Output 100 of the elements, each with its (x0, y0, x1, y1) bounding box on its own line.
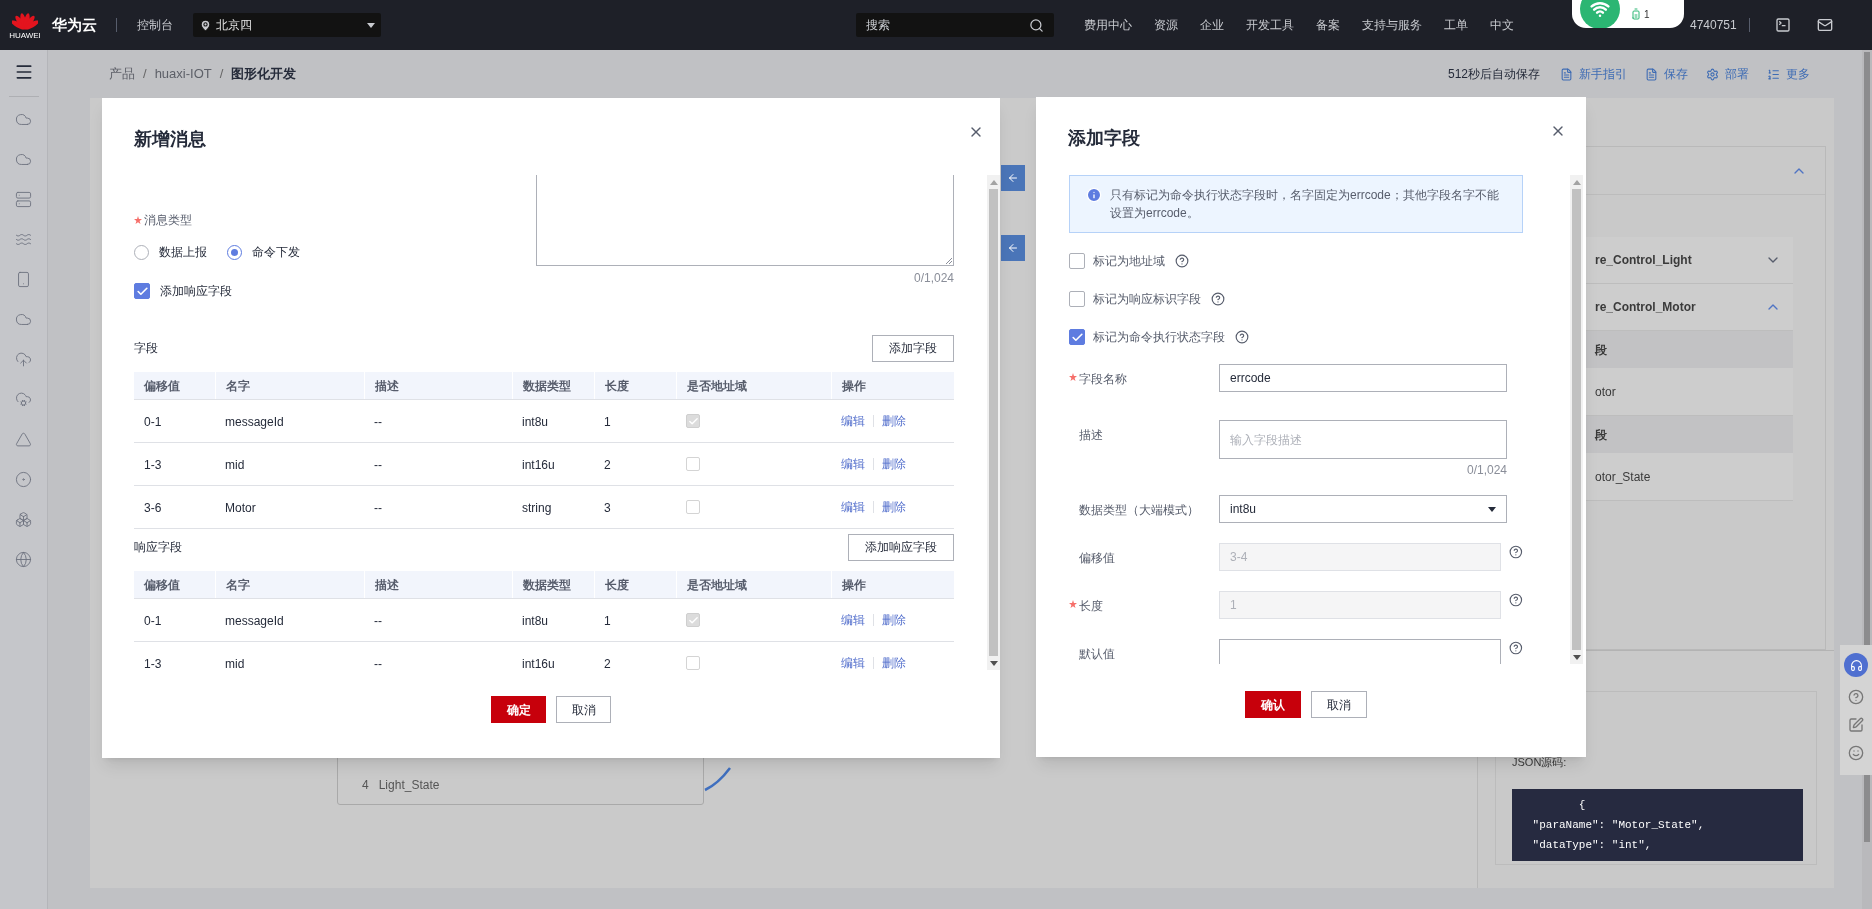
count-text: 1 (1644, 7, 1650, 22)
circle-icon[interactable] (15, 471, 32, 488)
table-cell: 2 (604, 657, 611, 670)
search-field[interactable]: 搜索 (856, 13, 1054, 37)
help-icon[interactable] (1848, 689, 1864, 705)
cloud-icon[interactable] (15, 111, 32, 128)
cloud-upload-icon[interactable] (15, 351, 32, 368)
action-link[interactable]: 删除 (882, 412, 906, 430)
action-link[interactable]: 删除 (882, 455, 906, 473)
checkbox[interactable] (1069, 329, 1085, 345)
console-link[interactable]: 控制台 (137, 16, 173, 34)
action-link[interactable]: 编辑 (841, 412, 865, 430)
cancel-button[interactable]: 取消 (556, 696, 611, 723)
resize-handle-icon[interactable] (945, 257, 952, 264)
scrollbar[interactable] (987, 175, 1000, 670)
table-cell: 1-3 (144, 657, 162, 670)
caret-icon[interactable] (1488, 506, 1496, 512)
add-field-button[interactable]: 添加字段 (872, 334, 954, 362)
confirm-button[interactable]: 确定 (491, 696, 546, 723)
cloud-gauge-icon[interactable] (15, 391, 32, 408)
column-header: 偏移值 (144, 576, 180, 594)
region-select[interactable]: 北京四 (193, 13, 381, 37)
checkbox[interactable] (134, 283, 150, 299)
nav-link[interactable]: 中文 (1490, 16, 1514, 34)
nav-link[interactable]: 费用中心 (1084, 16, 1132, 34)
character-counter: 0/1,024 (913, 270, 954, 287)
help-icon[interactable] (1509, 641, 1523, 655)
input-field[interactable]: errcode (1219, 364, 1507, 392)
headset-icon[interactable] (1844, 653, 1868, 677)
checkbox-label: 标记为响应标识字段 (1093, 291, 1201, 308)
breadcrumb-link[interactable]: 图形化开发 (231, 64, 297, 84)
confirm-button[interactable]: 确认 (1245, 691, 1301, 718)
help-icon[interactable] (1175, 254, 1189, 268)
checkbox[interactable] (1069, 291, 1085, 307)
json-label: JSON源码: (1512, 755, 1568, 770)
settings-icon (1706, 67, 1719, 81)
action-link[interactable]: 删除 (882, 611, 906, 629)
cancel-button[interactable]: 取消 (1311, 691, 1367, 718)
battery-icon (1630, 8, 1642, 20)
scroll-up-icon[interactable] (1572, 179, 1581, 185)
nav-link[interactable]: 工单 (1444, 16, 1468, 34)
action-link[interactable]: 编辑 (841, 611, 865, 629)
action-link[interactable]: 删除 (882, 654, 906, 670)
scroll-down-icon[interactable] (1572, 654, 1581, 660)
wave-icon[interactable] (15, 231, 32, 248)
action-link[interactable]: 编辑 (841, 498, 865, 516)
help-icon[interactable] (1235, 330, 1249, 344)
column-header: 描述 (375, 377, 399, 395)
breadcrumb-link[interactable]: huaxi-IOT (154, 64, 212, 84)
collapse-button[interactable] (1001, 165, 1025, 191)
search-icon[interactable] (1029, 17, 1044, 33)
checkbox[interactable] (686, 613, 700, 627)
scrollbar[interactable] (1570, 175, 1583, 664)
placeholder-text: 输入字段描述 (1230, 433, 1302, 447)
cluster-icon[interactable] (15, 511, 32, 528)
action-link[interactable]: 编辑 (841, 455, 865, 473)
nav-link[interactable]: 企业 (1200, 16, 1224, 34)
cloud-icon[interactable] (15, 151, 32, 168)
checkbox-label: 添加响应字段 (160, 283, 232, 300)
account-id[interactable]: 4740751 (1690, 16, 1737, 34)
column-header: 是否地址域 (687, 377, 747, 395)
select-field[interactable]: int8u (1219, 495, 1507, 523)
action-link[interactable]: 删除 (882, 498, 906, 516)
edit-icon[interactable] (1848, 717, 1864, 733)
help-icon[interactable] (1211, 292, 1225, 306)
arrow-left-icon (1007, 242, 1019, 254)
location-pin-icon (199, 18, 212, 32)
collapse-button[interactable] (1001, 235, 1025, 261)
phone-icon[interactable] (15, 271, 32, 288)
field-label: 偏移值 (1079, 550, 1115, 567)
cloud-icon[interactable] (15, 311, 32, 328)
column-header: 操作 (842, 576, 866, 594)
textarea-field[interactable] (536, 175, 954, 266)
mail-icon[interactable] (1816, 17, 1833, 33)
terminal-icon[interactable] (1774, 17, 1791, 33)
arrow-left-icon (1007, 172, 1019, 184)
add-field-button[interactable]: 添加响应字段 (848, 533, 954, 561)
caret-icon[interactable] (367, 22, 375, 28)
document-icon (1645, 67, 1658, 81)
globe-icon[interactable] (15, 551, 32, 568)
scroll-up-icon[interactable] (989, 179, 998, 185)
column-header: 名字 (226, 377, 250, 395)
server-icon[interactable] (15, 191, 32, 208)
checkbox[interactable] (1069, 253, 1085, 269)
input-field[interactable] (1219, 639, 1502, 664)
checkbox[interactable] (686, 414, 700, 428)
action-link[interactable]: 编辑 (841, 654, 865, 670)
smile-icon[interactable] (1848, 745, 1864, 761)
nav-link[interactable]: 支持与服务 (1362, 16, 1422, 34)
breadcrumb-link[interactable]: 产品 (109, 64, 135, 84)
column-header: 操作 (842, 377, 866, 395)
column-header: 长度 (605, 576, 629, 594)
table-cell: 1 (604, 614, 611, 628)
nav-link[interactable]: 资源 (1154, 16, 1178, 34)
table-cell: 3-6 (144, 501, 162, 515)
nav-link[interactable]: 备案 (1316, 16, 1340, 34)
table-cell: 3 (604, 501, 611, 515)
scroll-down-icon[interactable] (989, 660, 998, 666)
nav-link[interactable]: 开发工具 (1246, 16, 1294, 34)
pyramid-icon[interactable] (15, 431, 32, 448)
